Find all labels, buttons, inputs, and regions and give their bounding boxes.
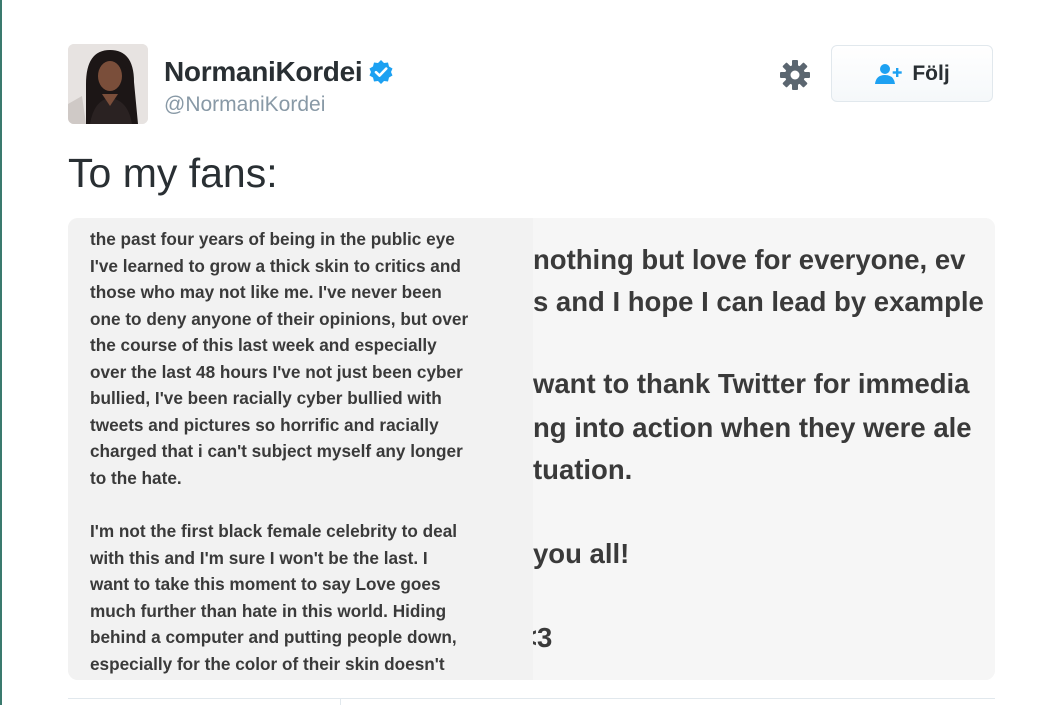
notes-screenshot-right: nothing but love for everyone, ev s and … <box>533 218 995 680</box>
note-line: you all! <box>533 538 630 569</box>
note-line: tuation. <box>533 454 633 485</box>
note-line: behind a computer and putting people dow… <box>90 627 457 647</box>
note-line: those who may not like me. I've never be… <box>90 282 442 302</box>
note-line: tweets and pictures so horrific and raci… <box>90 414 439 435</box>
tweet-photo[interactable]: the past four years of being in the publ… <box>68 218 995 680</box>
note-line: s and I hope I can lead by example <box>533 286 984 317</box>
window-edge <box>0 0 2 705</box>
note-line: want to thank Twitter for immedia <box>533 368 970 399</box>
tweet-text: To my fans: <box>68 150 278 196</box>
note-line: the past four years of being in the publ… <box>90 229 455 249</box>
note-paragraph-2: I'm not the first black female celebrity… <box>90 518 530 677</box>
note-line: want to take this moment to say Love goe… <box>90 574 441 594</box>
gear-icon[interactable] <box>778 58 812 92</box>
display-name-text[interactable]: NormaniKordei <box>164 56 363 88</box>
note-line: especially for the color of their skin d… <box>90 653 445 674</box>
note-line: ng into action when they were ale <box>533 412 972 443</box>
author-name[interactable]: NormaniKordei <box>164 56 394 88</box>
notes-screenshot-left: the past four years of being in the publ… <box>68 218 533 680</box>
add-user-icon <box>875 63 903 84</box>
note-line: <3 <box>533 622 553 653</box>
note-line: charged that i can't subject myself any … <box>90 441 463 461</box>
verified-badge-icon <box>369 60 393 84</box>
avatar[interactable] <box>68 44 148 124</box>
note-paragraph-1: the past four years of being in the publ… <box>90 226 530 491</box>
note-line: over the last 48 hours I've not just bee… <box>90 361 463 382</box>
note-line: to the hate. <box>90 467 182 488</box>
divider <box>340 698 341 705</box>
note-line: I'm not the first black female celebrity… <box>90 521 458 541</box>
note-line: nothing but love for everyone, ev <box>533 244 966 275</box>
note-line: with this and I'm sure I won't be the la… <box>90 547 428 568</box>
note-line: one to deny anyone of their opinions, bu… <box>90 308 469 329</box>
note-line: bullied, I've been racially cyber bullie… <box>90 388 442 408</box>
note-line: I've learned to grow a thick skin to cri… <box>90 255 461 276</box>
profile-photo <box>68 44 148 124</box>
author-handle[interactable]: @NormaniKordei <box>164 93 325 117</box>
follow-label: Följ <box>912 61 950 85</box>
follow-button[interactable]: Följ <box>831 45 993 102</box>
divider <box>68 698 995 699</box>
note-line: much further than hate in this world. Hi… <box>90 600 447 621</box>
note-line: the course of this last week and especia… <box>90 335 437 355</box>
